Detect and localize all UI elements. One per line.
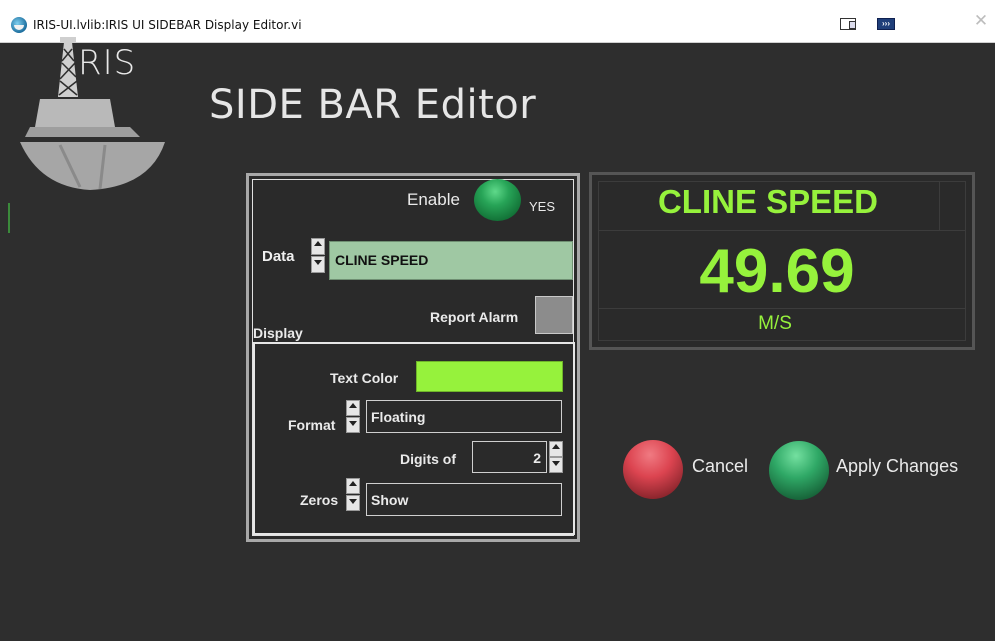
text-color-label: Text Color bbox=[330, 370, 399, 386]
window-layout-icon[interactable] bbox=[840, 18, 856, 30]
digits-increment-arrow-icon[interactable] bbox=[549, 441, 563, 457]
format-select-field[interactable]: Floating bbox=[366, 400, 562, 433]
preview-name: CLINE SPEED bbox=[657, 183, 879, 220]
display-section-label: Display bbox=[253, 325, 303, 341]
data-decrement-arrow-icon[interactable] bbox=[311, 256, 325, 273]
preview-unit: M/S bbox=[758, 313, 792, 334]
preview-divider bbox=[598, 308, 966, 309]
digits-input[interactable]: 2 bbox=[472, 441, 547, 473]
zeros-spinner[interactable] bbox=[346, 478, 360, 512]
enable-label: Enable bbox=[407, 190, 460, 209]
format-decrement-arrow-icon[interactable] bbox=[346, 417, 360, 433]
digits-label: Digits of bbox=[400, 451, 456, 467]
text-color-picker[interactable] bbox=[416, 361, 563, 392]
edge-marker bbox=[8, 203, 10, 233]
digits-spinner[interactable] bbox=[549, 441, 563, 473]
data-increment-arrow-icon[interactable] bbox=[311, 238, 325, 255]
enable-toggle[interactable] bbox=[474, 179, 521, 221]
preview-divider bbox=[598, 230, 966, 231]
cancel-label: Cancel bbox=[692, 456, 749, 476]
report-alarm-toggle[interactable] bbox=[535, 296, 573, 334]
data-select-field[interactable]: CLINE SPEED bbox=[329, 241, 573, 280]
enable-state-text: YES bbox=[529, 199, 556, 214]
data-label: Data bbox=[262, 248, 295, 265]
apply-changes-label: Apply Changes bbox=[836, 456, 959, 476]
format-increment-arrow-icon[interactable] bbox=[346, 400, 360, 416]
zeros-increment-arrow-icon[interactable] bbox=[346, 478, 360, 494]
zeros-decrement-arrow-icon[interactable] bbox=[346, 495, 360, 511]
format-spinner[interactable] bbox=[346, 400, 360, 434]
logo-text: RIS bbox=[78, 43, 137, 83]
page-title: SIDE BAR Editor bbox=[209, 82, 537, 128]
close-icon[interactable]: ✕ bbox=[972, 12, 990, 30]
cancel-button[interactable] bbox=[623, 440, 683, 499]
run-arrow-icon[interactable]: ››› bbox=[877, 18, 895, 30]
format-label: Format bbox=[288, 417, 336, 433]
apply-changes-button[interactable] bbox=[769, 441, 829, 500]
zeros-label: Zeros bbox=[300, 492, 339, 508]
data-spinner[interactable] bbox=[311, 238, 325, 274]
zeros-select-field[interactable]: Show bbox=[366, 483, 562, 516]
preview-value: 49.69 bbox=[699, 237, 855, 306]
report-alarm-label: Report Alarm bbox=[430, 309, 519, 325]
digits-decrement-arrow-icon[interactable] bbox=[549, 457, 563, 473]
